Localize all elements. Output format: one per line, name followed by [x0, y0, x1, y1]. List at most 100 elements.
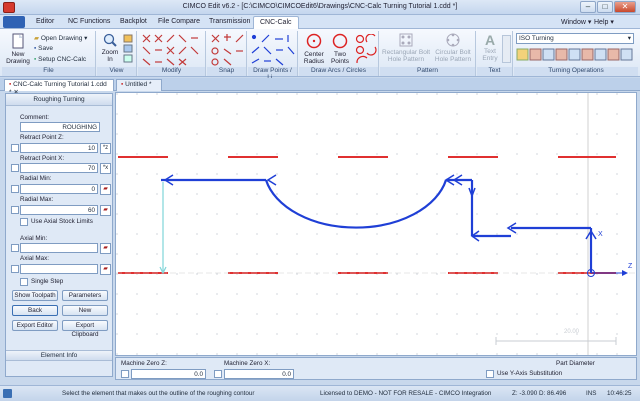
- text-entry-button[interactable]: A Text Entry: [479, 33, 501, 63]
- modify-tools-icon[interactable]: [141, 33, 203, 66]
- group-snap-label: Snap: [207, 67, 246, 76]
- document-icon: ▪: [121, 81, 124, 88]
- radial-max-pick-icon[interactable]: ▰: [100, 205, 111, 216]
- circ-pattern-icon: [446, 33, 460, 47]
- tab-untitled-label: Untitled *: [125, 81, 152, 88]
- arc-tools-icon[interactable]: [355, 34, 377, 64]
- snap-tools-icon[interactable]: [210, 33, 246, 66]
- new-drawing-label: New Drawing: [6, 51, 30, 65]
- axial-stock-checkbox[interactable]: [20, 218, 28, 226]
- group-draw-points-label: Draw Points / Li...: [248, 67, 297, 81]
- radial-min-checkbox[interactable]: [11, 185, 19, 193]
- export-clipboard-button[interactable]: Export Clipboard: [62, 320, 108, 338]
- y-axis-substitution-checkbox[interactable]: [486, 370, 494, 378]
- text-tools-icon[interactable]: [502, 35, 511, 63]
- help-menu[interactable]: Help ▾: [588, 16, 620, 29]
- zoom-in-label: Zoom In: [101, 49, 119, 63]
- retract-x-pick-button[interactable]: *x: [100, 163, 111, 174]
- save-button[interactable]: ▪ Save: [34, 45, 94, 52]
- turning-standard-select[interactable]: ISO Turning ▾: [516, 33, 634, 44]
- minimize-button[interactable]: –: [580, 1, 596, 13]
- clock: 10:46:25: [607, 390, 632, 397]
- circle-two-points-icon: [332, 33, 348, 49]
- group-view-label: View: [97, 67, 136, 76]
- circle-center-icon: [306, 33, 322, 49]
- tab-transmission[interactable]: Transmission: [203, 16, 256, 29]
- new-drawing-button[interactable]: New Drawing: [5, 33, 31, 65]
- group-modify: Modify: [138, 31, 206, 76]
- tab-editor[interactable]: Editor: [30, 16, 60, 29]
- group-text: A Text Entry Text: [477, 31, 513, 76]
- tab-backplot[interactable]: Backplot: [114, 16, 153, 29]
- rectangular-bolt-pattern-button[interactable]: Rectangular Bolt Hole Pattern: [382, 33, 430, 63]
- tab-file-compare[interactable]: File Compare: [152, 16, 206, 29]
- text-entry-label: Text Entry: [482, 48, 498, 62]
- retract-z-label: Retract Point Z:: [20, 134, 64, 141]
- tab-nc-functions[interactable]: NC Functions: [62, 16, 116, 29]
- machine-zero-z-checkbox[interactable]: [121, 370, 129, 378]
- retract-x-checkbox[interactable]: [11, 164, 19, 172]
- axial-max-label: Axial Max:: [20, 255, 50, 262]
- axial-min-pick-icon[interactable]: ▰: [100, 243, 111, 254]
- radial-max-field[interactable]: 60: [20, 205, 98, 215]
- radial-max-checkbox[interactable]: [11, 206, 19, 214]
- close-button[interactable]: ✕: [614, 1, 636, 13]
- open-drawing-button[interactable]: ▰ Open Drawing ▾: [34, 34, 96, 42]
- turning-ops-icons[interactable]: [516, 47, 636, 65]
- radial-min-label: Radial Min:: [20, 175, 52, 182]
- view-tools-icon[interactable]: [123, 34, 135, 64]
- retract-z-checkbox[interactable]: [11, 144, 19, 152]
- group-draw-arcs-label: Draw Arcs / Circles: [299, 67, 378, 76]
- machine-zero-x-checkbox[interactable]: [214, 370, 222, 378]
- element-info-header: Element Info: [6, 350, 112, 361]
- circular-bolt-pattern-button[interactable]: Circular Bolt Hole Pattern: [430, 33, 476, 63]
- axial-max-field[interactable]: [20, 264, 98, 274]
- group-draw-arcs: Center Radius Two Points Draw Arcs / Cir…: [299, 31, 379, 76]
- radial-min-field[interactable]: 0: [20, 184, 98, 194]
- maximize-button[interactable]: □: [597, 1, 613, 13]
- group-modify-label: Modify: [138, 67, 205, 76]
- two-points-button[interactable]: Two Points: [328, 33, 352, 65]
- tab-untitled[interactable]: ▪ Untitled *: [116, 79, 162, 91]
- parameters-button[interactable]: Parameters: [62, 290, 108, 301]
- roughing-panel: Roughing Turning Comment: ROUGHING Retra…: [5, 93, 113, 377]
- setup-cnc-calc-button[interactable]: ▪ Setup CNC-Calc: [34, 56, 96, 63]
- axial-max-checkbox[interactable]: [11, 265, 19, 273]
- machine-zero-x-field[interactable]: 0.0: [224, 369, 294, 379]
- tab-turning-tutorial[interactable]: ▪ CNC-Calc Turning Tutorial 1.cdd * ✕: [4, 79, 114, 96]
- status-message: Select the element that makes out the ou…: [62, 390, 255, 397]
- single-step-label: Single Step: [31, 278, 64, 285]
- axial-min-label: Axial Min:: [20, 235, 48, 242]
- folder-icon: ▰: [34, 35, 39, 42]
- z-axis-label: Z: [628, 263, 633, 270]
- zoom-in-button[interactable]: Zoom In: [99, 33, 121, 63]
- comment-label: Comment:: [20, 114, 50, 121]
- show-toolpath-button[interactable]: Show Toolpath: [12, 290, 58, 301]
- retract-x-field[interactable]: 70: [20, 163, 98, 173]
- back-button[interactable]: Back: [12, 305, 58, 316]
- single-step-checkbox[interactable]: [20, 278, 28, 286]
- app-menu-button[interactable]: [3, 16, 25, 28]
- retract-z-pick-button[interactable]: *z: [100, 143, 111, 154]
- group-draw-points: Draw Points / Li...: [248, 31, 298, 81]
- group-turning: ISO Turning ▾ Turning Operations: [514, 31, 638, 76]
- comment-field[interactable]: ROUGHING: [20, 122, 100, 132]
- axial-max-pick-icon[interactable]: ▰: [100, 264, 111, 275]
- save-icon: ▪: [34, 45, 37, 52]
- drawing-canvas[interactable]: X Z 20.00: [115, 92, 637, 356]
- retract-z-field[interactable]: 10: [20, 143, 98, 153]
- radial-min-pick-icon[interactable]: ▰: [100, 184, 111, 195]
- axial-min-checkbox[interactable]: [11, 244, 19, 252]
- status-bar: Select the element that makes out the ou…: [0, 385, 640, 401]
- drawing-svg[interactable]: X Z 20.00: [116, 93, 637, 356]
- new-button[interactable]: New: [62, 305, 108, 316]
- x-axis-label: X: [598, 231, 603, 238]
- machine-zero-z-field[interactable]: 0.0: [131, 369, 206, 379]
- center-radius-button[interactable]: Center Radius: [301, 33, 327, 65]
- draw-points-icon[interactable]: [250, 33, 296, 66]
- export-editor-button[interactable]: Export Editor: [12, 320, 58, 331]
- axial-stock-label: Use Axial Stock Limits: [31, 218, 93, 225]
- tab-cnc-calc[interactable]: CNC-Calc: [253, 16, 299, 29]
- axial-min-field[interactable]: [20, 243, 98, 253]
- machine-zero-panel: Machine Zero Z: 0.0 Machine Zero X: 0.0 …: [115, 357, 637, 380]
